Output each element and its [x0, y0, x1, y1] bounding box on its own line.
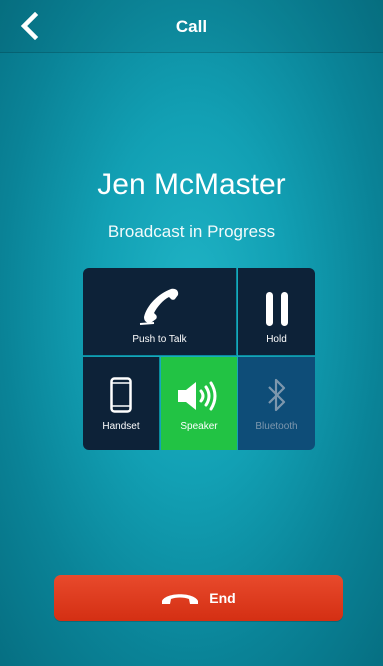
hold-label: Hold [266, 334, 287, 345]
hold-button[interactable]: Hold [238, 268, 315, 356]
speaker-label: Speaker [180, 421, 218, 432]
pause-icon [265, 292, 288, 326]
navigation-bar: Call [0, 0, 383, 53]
mobile-phone-icon [110, 377, 132, 413]
call-controls-grid: Push to Talk Hold Handset Speaker Blueto… [83, 268, 315, 450]
push-to-talk-button[interactable]: Push to Talk [83, 268, 237, 356]
push-to-talk-label: Push to Talk [132, 334, 187, 345]
bluetooth-icon [267, 378, 285, 412]
hang-up-icon [162, 594, 199, 604]
contact-name: Jen McMaster [97, 168, 286, 201]
call-status: Broadcast in Progress [107, 222, 276, 241]
speaker-button[interactable]: Speaker [161, 357, 237, 450]
speaker-icon [178, 381, 217, 411]
end-call-button[interactable]: End [54, 575, 343, 621]
bluetooth-button[interactable]: Bluetooth [238, 357, 315, 450]
end-call-label: End [209, 590, 236, 606]
page-title: Call [175, 17, 208, 36]
handset-button[interactable]: Handset [83, 357, 160, 450]
handset-label: Handset [102, 421, 140, 432]
phone-handset-icon [139, 288, 178, 325]
bluetooth-label: Bluetooth [255, 421, 298, 432]
